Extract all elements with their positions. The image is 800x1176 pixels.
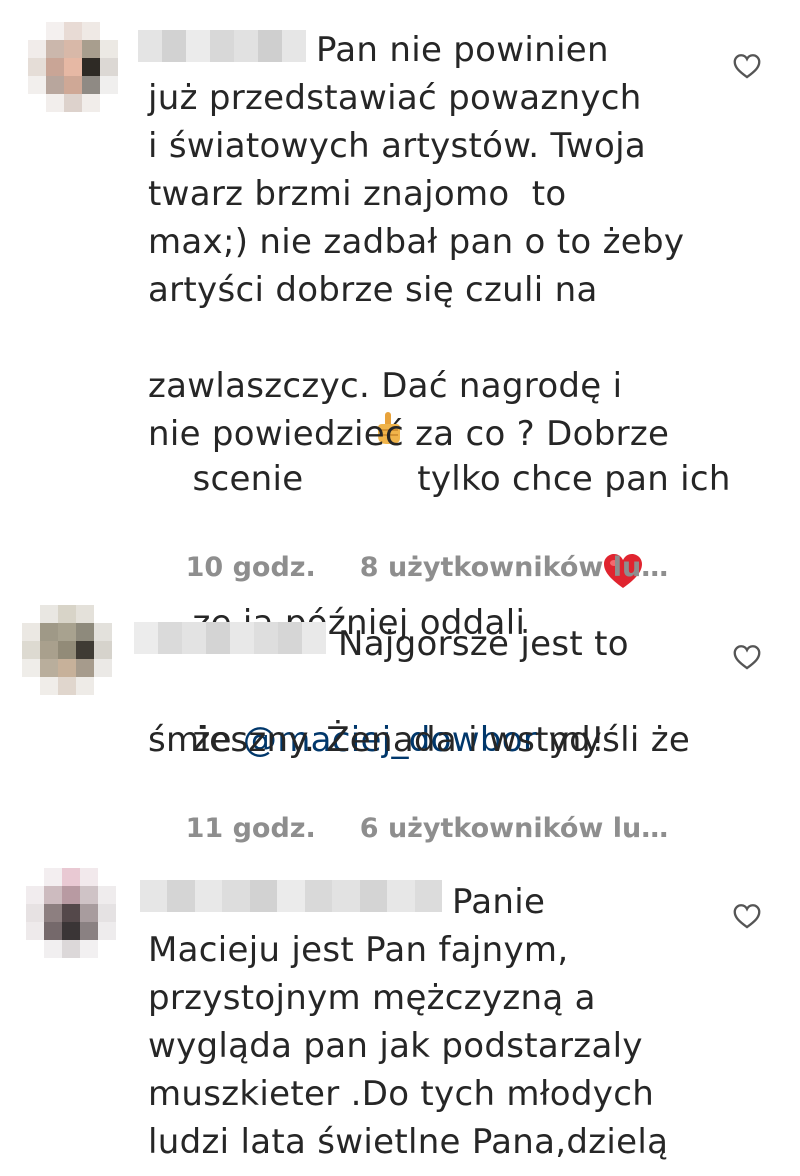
avatar[interactable] — [22, 605, 112, 695]
likes-count[interactable]: 6 użytkowników lu… — [360, 813, 668, 844]
comment-text-line: Najgorsze jest to — [338, 624, 629, 664]
comment-meta: 11 godz. 6 użytkowników lu… — [148, 782, 669, 875]
username-redacted[interactable] — [138, 30, 306, 62]
username-redacted[interactable] — [134, 622, 326, 654]
timestamp: 11 godz. — [185, 813, 316, 844]
comment-text-line: twarz brzmi znajomo to — [148, 174, 567, 214]
comment-text-line: zawlaszczyc. Dać nagrodę i — [148, 366, 623, 406]
comment-text-line: wygląda pan jak podstarzaly — [148, 1026, 643, 1066]
comment-text-line: Pan nie powinien — [316, 30, 609, 70]
username-redacted[interactable] — [140, 880, 442, 912]
comment-text-line: już przedstawiać powaznych — [148, 78, 642, 118]
comment-meta: 10 godz. 8 użytkowników lu… — [148, 521, 669, 614]
comment-text-line: nie powiedzieć za co ? Dobrze — [148, 414, 670, 454]
like-heart-icon[interactable] — [733, 903, 763, 931]
comment-text-line: artyści dobrze się czuli na — [148, 270, 598, 310]
avatar[interactable] — [28, 22, 118, 112]
comment-text-line: Panie — [452, 882, 546, 922]
comment-text-line: muszkieter .Do tych młodych — [148, 1074, 655, 1114]
timestamp: 10 godz. — [185, 552, 316, 583]
comment-text-line: i światowych artystów. Twoja — [148, 126, 647, 166]
comment-text-line: śmieszny. Żenada i wstyd! — [148, 720, 605, 760]
likes-count[interactable]: 8 użytkowników lu… — [360, 552, 668, 583]
comment-text-line: przystojnym mężczyzną a — [148, 978, 596, 1018]
like-heart-icon[interactable] — [733, 644, 763, 672]
comment-text-line: Macieju jest Pan fajnym, — [148, 930, 569, 970]
like-heart-icon[interactable] — [733, 53, 763, 81]
comment-text-line: ludzi lata świetlne Pana,dzielą — [148, 1122, 669, 1162]
avatar[interactable] — [26, 868, 116, 958]
comment-text-line: max;) nie zadbał pan o to żeby — [148, 222, 685, 262]
